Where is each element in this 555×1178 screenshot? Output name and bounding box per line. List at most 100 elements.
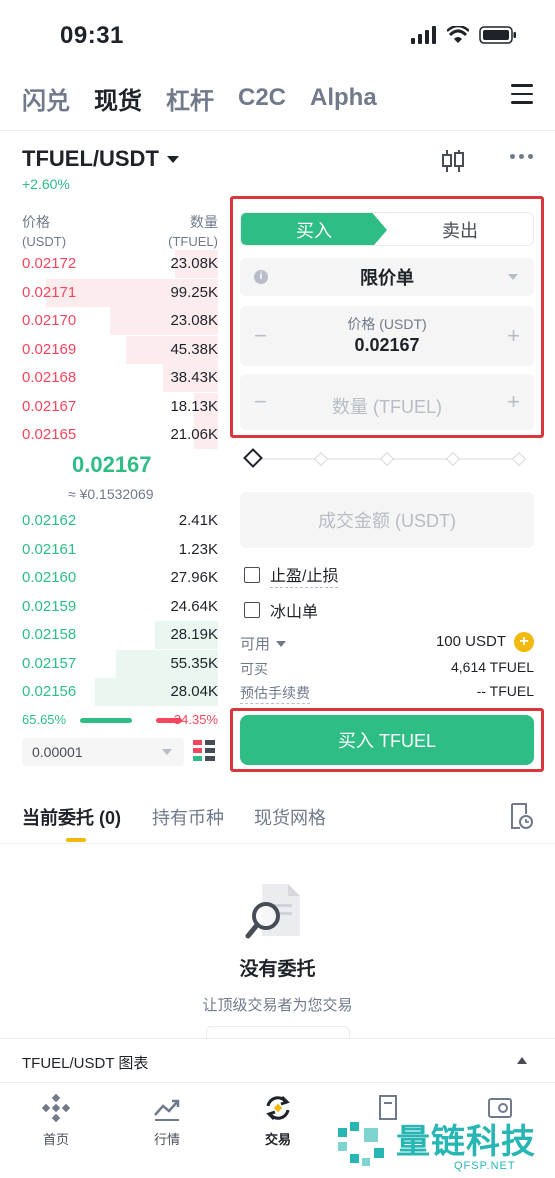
bid-price: 0.02158	[22, 626, 77, 643]
chevron-up-icon	[517, 1057, 527, 1064]
price-increase-button[interactable]: +	[507, 323, 520, 349]
status-icons	[411, 26, 517, 44]
price-input-value: 0.02167	[354, 335, 420, 355]
quantity-increase-button[interactable]: +	[507, 389, 520, 415]
bid-quantity: 28.19K	[170, 626, 218, 643]
order-history-icon[interactable]	[509, 802, 533, 830]
buy-ratio-bar	[80, 718, 132, 723]
tab-margin[interactable]: 杠杆	[166, 81, 214, 116]
precision-value: 0.00001	[32, 744, 83, 760]
buy-submit-button[interactable]: 买入 TFUEL	[240, 715, 534, 765]
menu-icon[interactable]	[511, 84, 533, 106]
more-options-icon[interactable]	[510, 154, 533, 159]
last-price-fiat: ≈ ¥0.1532069	[68, 486, 154, 502]
quantity-slider[interactable]	[243, 448, 527, 468]
bid-quantity: 1.23K	[178, 540, 218, 558]
slider-node-100[interactable]	[511, 451, 527, 467]
chevron-down-icon	[508, 274, 518, 280]
info-icon[interactable]: i	[254, 270, 268, 284]
nav-home-label: 首页	[42, 1132, 69, 1147]
ask-quantity: 23.08K	[170, 312, 218, 329]
iceberg-option[interactable]: 冰山单	[244, 598, 318, 622]
status-bar: 09:31	[0, 0, 555, 70]
candlestick-chart-icon[interactable]	[441, 148, 465, 174]
tp-sl-option[interactable]: 止盈/止损	[244, 562, 339, 588]
bid-row[interactable]: 0.02158 28.19K	[22, 621, 218, 649]
order-tabs: 当前委托 (0) 持有币种 现货网格	[22, 800, 533, 844]
price-input[interactable]: − 价格 (USDT) 0.02167 +	[240, 306, 534, 366]
tab-holdings[interactable]: 持有币种	[152, 804, 224, 830]
empty-state: 没有委托 让顶级交易者为您交易	[0, 843, 555, 1056]
slider-handle[interactable]	[243, 448, 263, 468]
order-type-select[interactable]: i 限价单	[240, 258, 534, 296]
ask-row[interactable]: 0.02165 21.06K	[22, 421, 218, 449]
available-value: 100 USDT	[435, 633, 506, 650]
ask-quantity: 18.13K	[170, 397, 218, 415]
binance-logo-icon	[41, 1093, 71, 1123]
tab-spot-grid[interactable]: 现货网格	[254, 804, 326, 830]
pair-selector[interactable]: TFUEL/USDT	[22, 146, 179, 172]
slider-node-75[interactable]	[445, 451, 461, 467]
chevron-down-icon	[162, 749, 172, 755]
bid-quantity: 28.04K	[170, 683, 218, 700]
bid-price: 0.02159	[22, 597, 77, 615]
ask-row[interactable]: 0.02169 45.38K	[22, 335, 218, 364]
ask-row[interactable]: 0.02167 18.13K	[22, 392, 218, 421]
tab-convert[interactable]: 闪兑	[22, 81, 70, 116]
ask-price: 0.02167	[22, 397, 77, 415]
slider-node-50[interactable]	[379, 451, 395, 467]
total-amount-input[interactable]: 成交金额 (USDT)	[240, 492, 534, 548]
orderbook-qty-header: 数量	[190, 214, 218, 230]
watermark-subtext: QFSP.NET	[454, 1160, 516, 1172]
bid-row[interactable]: 0.02162 2.41K	[22, 507, 218, 535]
bid-row[interactable]: 0.02159 24.64K	[22, 593, 218, 621]
nav-home[interactable]: 首页	[21, 1093, 91, 1148]
bid-row[interactable]: 0.02157 55.35K	[22, 649, 218, 678]
nav-markets[interactable]: 行情	[132, 1093, 202, 1148]
orderbook-layout-icon[interactable]	[193, 740, 215, 762]
buy-tab[interactable]: 买入	[241, 213, 387, 245]
ask-row[interactable]: 0.02170 23.08K	[22, 307, 218, 335]
fee-label: 预估手续费	[240, 683, 310, 704]
tab-open-orders-label: 当前委托 (0)	[22, 808, 121, 828]
tab-spot[interactable]: 现货	[94, 81, 142, 116]
tab-open-orders[interactable]: 当前委托 (0)	[22, 804, 121, 842]
bid-price: 0.02160	[22, 569, 77, 586]
nav-trade-label: 交易	[264, 1132, 291, 1147]
active-tab-indicator	[66, 838, 86, 842]
bid-row[interactable]: 0.02161 1.23K	[22, 536, 218, 564]
ask-row[interactable]: 0.02172 23.08K	[22, 250, 218, 278]
wifi-icon	[447, 26, 469, 43]
divider	[0, 130, 555, 131]
tab-alpha[interactable]: Alpha	[310, 84, 377, 112]
last-price[interactable]: 0.02167	[72, 452, 152, 478]
ask-price: 0.02172	[22, 255, 77, 272]
fee-value: -- TFUEL	[476, 683, 534, 699]
order-type-value: 限价单	[360, 268, 414, 288]
ask-row[interactable]: 0.02168 38.43K	[22, 364, 218, 392]
ask-quantity: 21.06K	[170, 426, 218, 443]
quantity-input[interactable]: − 数量 (TFUEL) +	[240, 374, 534, 430]
sell-ratio: 34.35%	[173, 712, 218, 727]
sell-tab[interactable]: 卖出	[387, 213, 533, 245]
chevron-down-icon	[166, 155, 179, 163]
slider-node-25[interactable]	[313, 451, 329, 467]
watermark: 量链科技 QFSP.NET	[334, 1114, 555, 1178]
bid-row[interactable]: 0.02160 27.96K	[22, 564, 218, 592]
bid-row[interactable]: 0.02156 28.04K	[22, 678, 218, 706]
bid-quantity: 27.96K	[170, 569, 218, 586]
tp-sl-label: 止盈/止损	[270, 562, 339, 588]
nav-trade[interactable]: 交易	[243, 1093, 313, 1148]
status-time: 09:31	[60, 22, 124, 49]
ask-row[interactable]: 0.02171 99.25K	[22, 278, 218, 307]
ask-price: 0.02165	[22, 426, 77, 443]
available-selector[interactable]: 可用	[240, 633, 287, 654]
deposit-plus-icon[interactable]: +	[514, 632, 534, 652]
tab-c2c[interactable]: C2C	[238, 84, 286, 112]
iceberg-checkbox[interactable]	[244, 602, 260, 618]
tp-sl-checkbox[interactable]	[244, 567, 260, 583]
price-change: +2.60%	[22, 176, 70, 192]
watermark-logo-icon	[338, 1122, 384, 1166]
chart-toggle-bar[interactable]: TFUEL/USDT 图表	[0, 1038, 555, 1082]
precision-select[interactable]: 0.00001	[22, 738, 184, 766]
